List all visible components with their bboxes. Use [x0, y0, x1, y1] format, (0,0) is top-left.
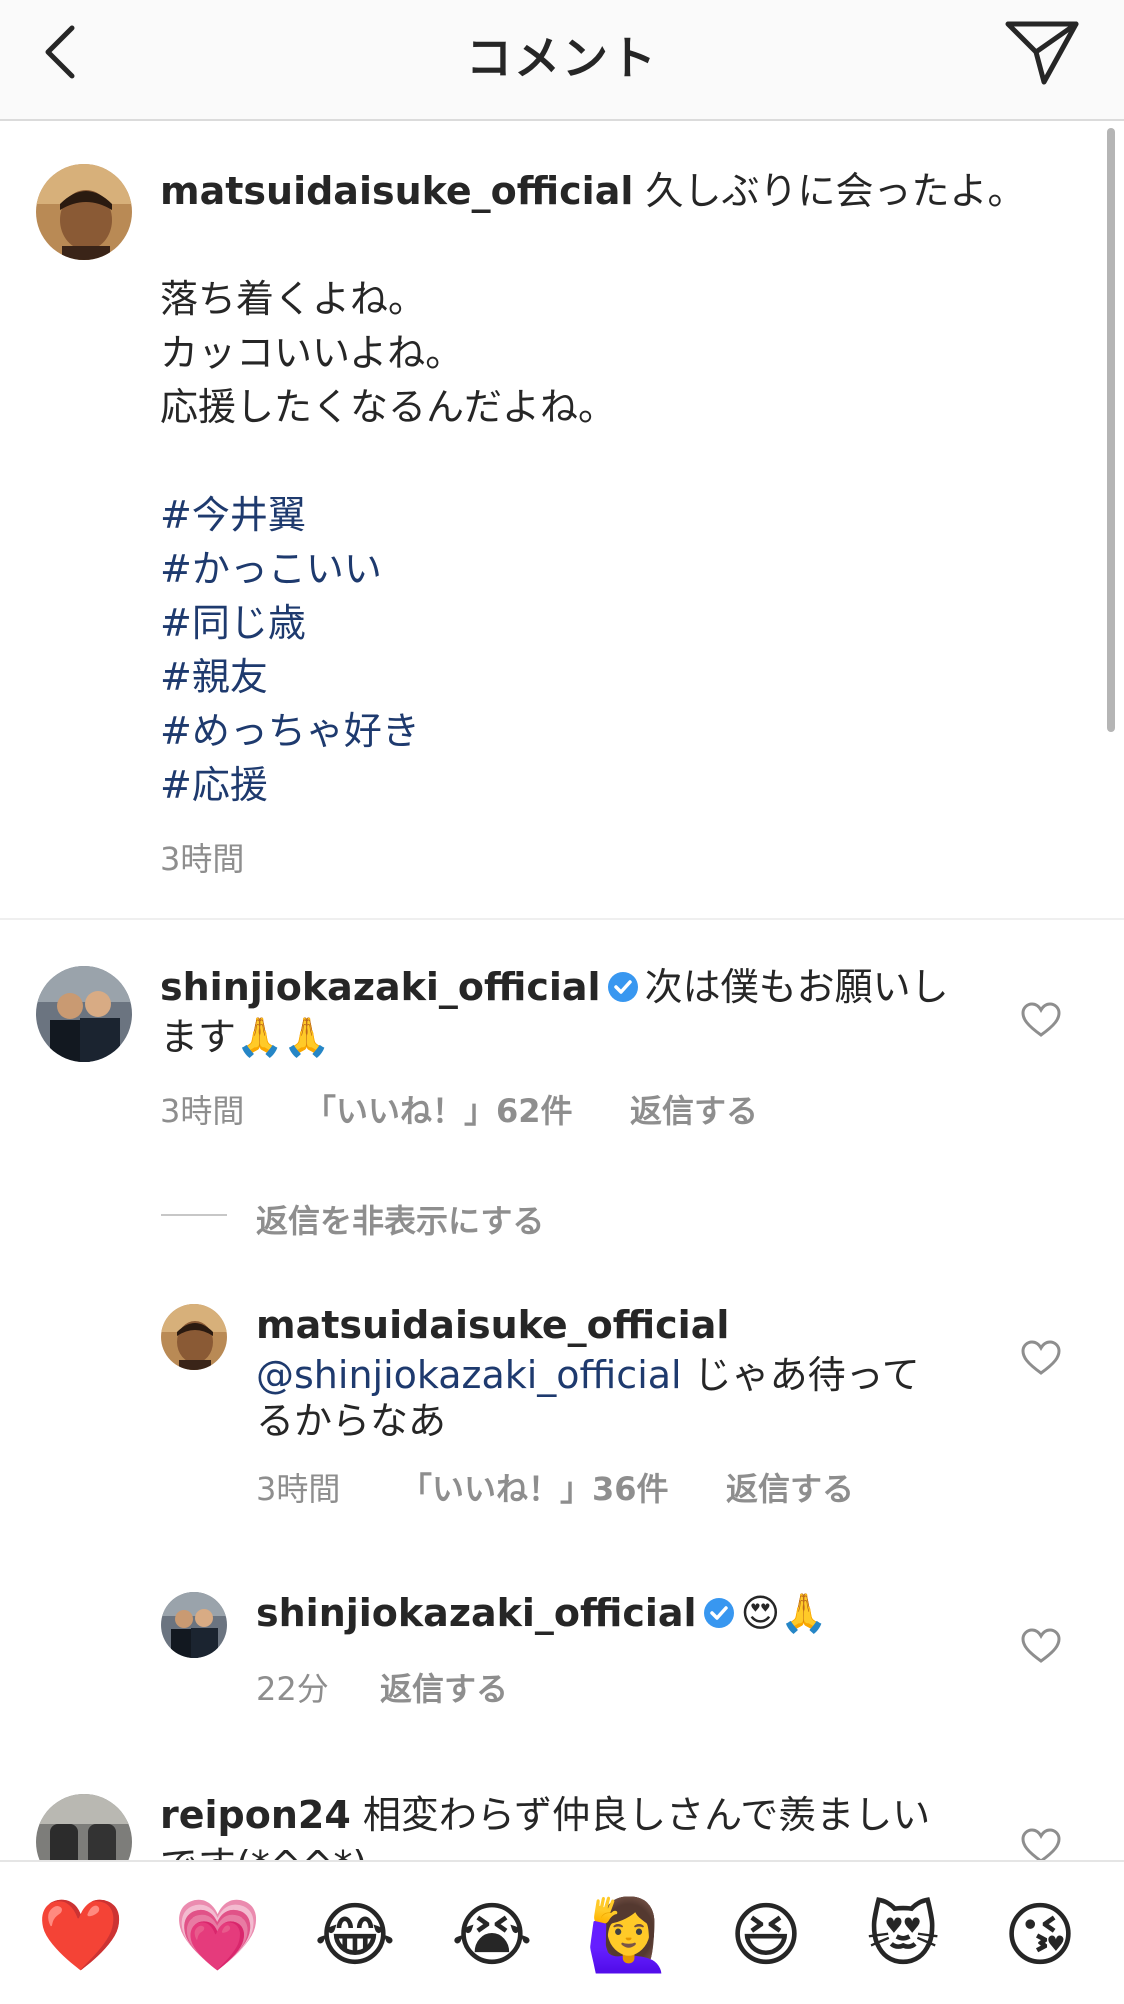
- comment-text: 相変わらず仲良しさんで羨ましい: [362, 1793, 931, 1837]
- verified-badge-icon: [703, 1598, 734, 1628]
- hide-replies-button[interactable]: 返信を非表示にする: [256, 1196, 544, 1242]
- heart-icon[interactable]: [1021, 1628, 1061, 1664]
- hashtag-link[interactable]: #かっこいい: [160, 542, 382, 596]
- raising-hand-emoji-button[interactable]: 🙋‍♀️: [584, 1890, 674, 1980]
- avatar[interactable]: [161, 1592, 227, 1658]
- caption-line: 落ち着くよね。: [160, 277, 427, 321]
- page-title: コメント: [466, 31, 658, 85]
- caption-first-line: matsuidaisuke_official 久しぶりに会ったよ。: [160, 164, 1060, 218]
- comment-timestamp: 3時間: [160, 1092, 245, 1130]
- reply-username: matsuidaisuke_official: [256, 1298, 729, 1352]
- caption-line: カッコいいよね。: [160, 331, 464, 375]
- hashtag-link[interactable]: #応援: [160, 758, 268, 812]
- comment-line: reipon24 相変わらず仲良しさんで羨ましい: [160, 1788, 980, 1842]
- comment-text: 😍🙏: [740, 1591, 828, 1635]
- squinting-face-emoji-button[interactable]: 😆: [721, 1890, 811, 1980]
- verified-badge-icon: [607, 972, 638, 1002]
- hashtag-link[interactable]: #めっちゃ好き: [160, 704, 420, 758]
- likes-count[interactable]: 「いいね！」36件: [400, 1464, 669, 1510]
- divider: [0, 918, 1124, 920]
- likes-count[interactable]: 「いいね！」62件: [304, 1086, 573, 1132]
- comment-line: shinjiokazaki_official 次は僕もお願いし: [160, 960, 980, 1014]
- comment-timestamp: 3時間: [256, 1470, 341, 1508]
- comment-username[interactable]: reipon24: [160, 1793, 351, 1837]
- comment-username[interactable]: matsuidaisuke_official: [256, 1303, 729, 1347]
- comment-username[interactable]: shinjiokazaki_official: [160, 965, 601, 1009]
- comment-username[interactable]: shinjiokazaki_official: [256, 1591, 697, 1635]
- mention-link[interactable]: @shinjiokazaki_official: [256, 1353, 682, 1397]
- heart-icon[interactable]: [1021, 1002, 1061, 1038]
- divider: [161, 1214, 227, 1216]
- caption-username[interactable]: matsuidaisuke_official: [160, 169, 633, 213]
- paper-plane-icon[interactable]: [1002, 18, 1082, 88]
- hashtag-link[interactable]: #今井翼: [160, 488, 306, 542]
- header-bar: コメント: [0, 0, 1124, 121]
- comment-line: shinjiokazaki_official 😍🙏: [256, 1586, 996, 1640]
- comment-text: るからなあ: [256, 1399, 447, 1443]
- caption-text: 久しぶりに会ったよ。: [645, 169, 1026, 213]
- heart-eyes-cat-emoji-button[interactable]: 😻: [858, 1890, 948, 1980]
- caption-line: 応援したくなるんだよね。: [160, 385, 617, 429]
- avatar[interactable]: [161, 1304, 227, 1370]
- caption-timestamp: 3時間: [160, 840, 245, 878]
- red-heart-emoji-button[interactable]: ❤️: [36, 1890, 126, 1980]
- crying-face-emoji-button[interactable]: 😭: [447, 1890, 537, 1980]
- comment-text: じゃあ待って: [681, 1353, 920, 1397]
- reply-button[interactable]: 返信する: [380, 1664, 508, 1710]
- kissing-face-emoji-button[interactable]: 😘: [995, 1890, 1085, 1980]
- emoji-reaction-bar: ❤️ 💗 😂 😭 🙋‍♀️ 😆 😻 😘: [0, 1860, 1124, 2004]
- avatar[interactable]: [36, 164, 132, 260]
- hashtag-link[interactable]: #親友: [160, 650, 268, 704]
- avatar[interactable]: [36, 966, 132, 1062]
- hashtag-link[interactable]: #同じ歳: [160, 596, 306, 650]
- reply-button[interactable]: 返信する: [726, 1464, 854, 1510]
- heart-icon[interactable]: [1021, 1828, 1061, 1864]
- scrollbar[interactable]: [1107, 128, 1115, 732]
- comment-timestamp: 22分: [256, 1670, 329, 1708]
- reply-button[interactable]: 返信する: [630, 1086, 758, 1132]
- pink-heart-emoji-button[interactable]: 💗: [173, 1890, 263, 1980]
- tears-of-joy-emoji-button[interactable]: 😂: [310, 1890, 400, 1980]
- heart-icon[interactable]: [1021, 1340, 1061, 1376]
- comment-text: ます🙏🙏: [160, 1015, 331, 1059]
- comment-text: 次は僕もお願いし: [644, 965, 949, 1009]
